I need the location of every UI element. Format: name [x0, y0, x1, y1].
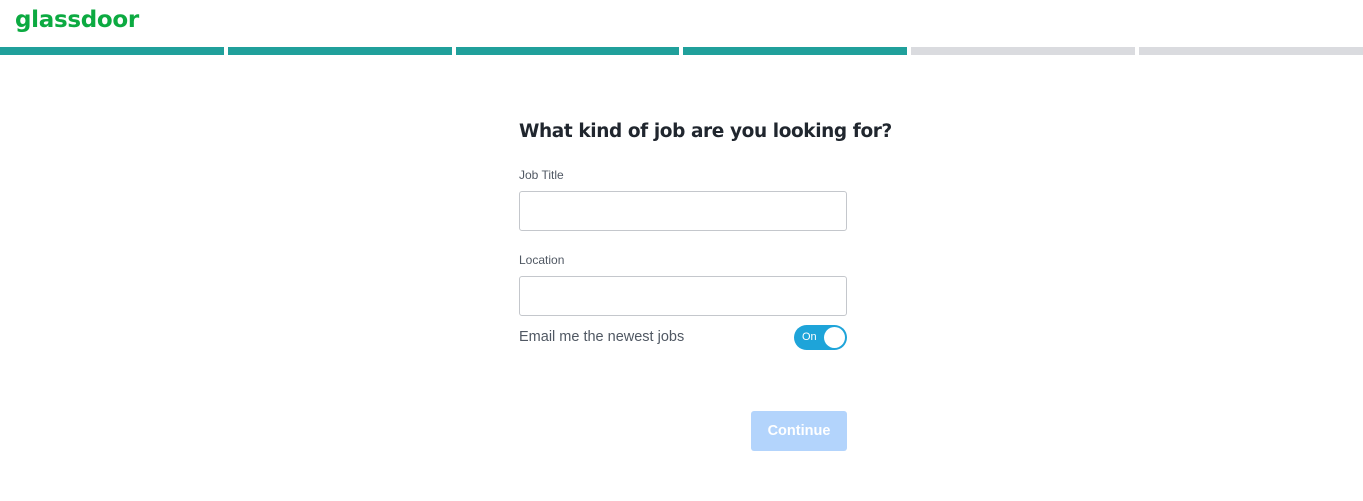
- email-alerts-row: Email me the newest jobs On: [519, 324, 847, 350]
- job-title-input[interactable]: [519, 191, 847, 231]
- email-alerts-toggle[interactable]: On: [794, 324, 847, 350]
- progress-step-3: [455, 47, 680, 55]
- glassdoor-logo[interactable]: glassdoor: [15, 6, 139, 34]
- progress-step-2: [227, 47, 452, 55]
- job-preferences-form: What kind of job are you looking for? Jo…: [519, 117, 892, 350]
- email-alerts-label: Email me the newest jobs: [519, 329, 685, 345]
- progress-step-1: [0, 47, 224, 55]
- continue-button[interactable]: Continue: [751, 411, 847, 451]
- location-label: Location: [519, 253, 565, 267]
- location-input[interactable]: [519, 276, 847, 316]
- header: glassdoor: [0, 0, 1363, 46]
- toggle-knob: [824, 326, 845, 348]
- toggle-state-text: On: [802, 330, 817, 343]
- progress-step-4: [683, 47, 908, 55]
- progress-bar: [0, 47, 1363, 55]
- job-title-label: Job Title: [519, 168, 564, 182]
- progress-step-6: [1139, 47, 1363, 55]
- page-title: What kind of job are you looking for?: [519, 121, 892, 142]
- progress-step-5: [911, 47, 1136, 55]
